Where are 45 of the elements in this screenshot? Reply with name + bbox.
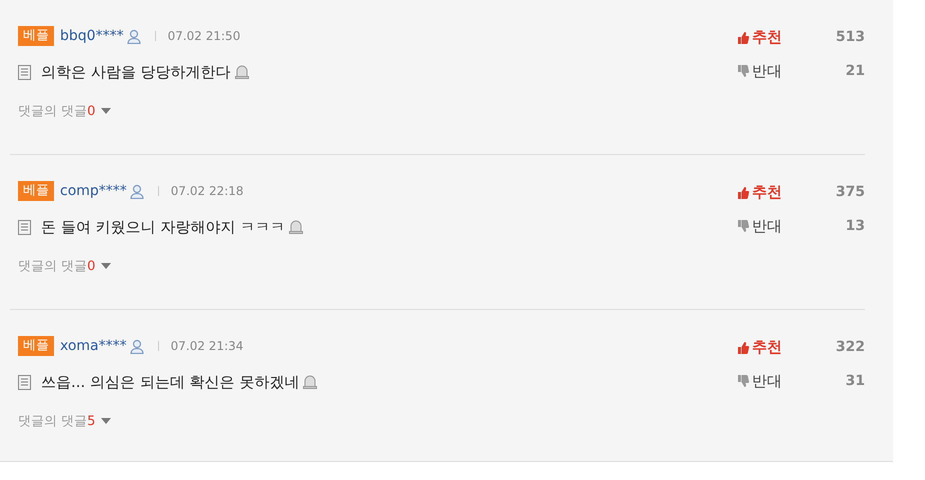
comment-time: 07.02 21:34 xyxy=(170,339,244,353)
replies-toggle[interactable]: 댓글의 댓글5 xyxy=(18,412,112,430)
username-link[interactable]: xoma**** xyxy=(60,338,127,354)
memo-icon xyxy=(18,220,31,234)
thumbs-down-icon xyxy=(737,64,749,78)
best-badge: 베플 xyxy=(18,336,54,356)
thumbs-down-icon xyxy=(737,220,749,232)
thumbs-up-icon xyxy=(737,340,749,354)
recommend-count: 375 xyxy=(836,184,865,200)
bell-icon xyxy=(234,65,249,79)
replies-toggle[interactable]: 댓글의 댓글0 xyxy=(18,102,112,120)
memo-icon xyxy=(18,64,31,80)
oppose-count: 21 xyxy=(846,63,865,79)
comment-text: 돈 들여 키웠으니 자랑해야지 ㅋㅋㅋ xyxy=(41,218,286,236)
comment-time: 07.02 21:50 xyxy=(168,29,240,43)
comment-text: 의학은 사람을 당당하게한다 xyxy=(41,62,231,82)
caret-icon xyxy=(101,108,112,114)
comment-time: 07.02 22:18 xyxy=(170,184,244,198)
recommend-button[interactable]: 추천 xyxy=(737,338,782,356)
recommend-button[interactable]: 추천 xyxy=(737,182,782,202)
user-icon xyxy=(126,28,141,44)
best-badge: 베플 xyxy=(18,26,54,46)
oppose-button[interactable]: 반대 xyxy=(737,372,782,390)
oppose-button[interactable]: 반대 xyxy=(737,62,782,80)
recommend-button[interactable]: 추천 xyxy=(737,28,782,46)
caret-icon xyxy=(101,263,112,269)
username-link[interactable]: bbq0**** xyxy=(60,28,124,44)
username-link[interactable]: comp**** xyxy=(60,183,127,199)
comment-text: 쓰읍... 의심은 되는데 확신은 못하겠네 xyxy=(41,372,300,392)
memo-icon xyxy=(18,374,31,390)
best-badge: 베플 xyxy=(18,181,54,201)
replies-toggle[interactable]: 댓글의 댓글0 xyxy=(18,257,112,275)
user-icon xyxy=(130,338,144,354)
bell-icon xyxy=(303,375,318,389)
bell-icon xyxy=(289,220,304,234)
oppose-count: 31 xyxy=(846,373,865,389)
thumbs-down-icon xyxy=(737,374,749,388)
thumbs-up-icon xyxy=(737,186,749,198)
user-icon xyxy=(130,184,144,198)
oppose-count: 13 xyxy=(846,218,865,234)
recommend-count: 513 xyxy=(836,29,865,45)
recommend-count: 322 xyxy=(836,339,865,355)
thumbs-up-icon xyxy=(737,30,749,44)
oppose-button[interactable]: 반대 xyxy=(737,216,782,236)
caret-icon xyxy=(101,418,112,424)
